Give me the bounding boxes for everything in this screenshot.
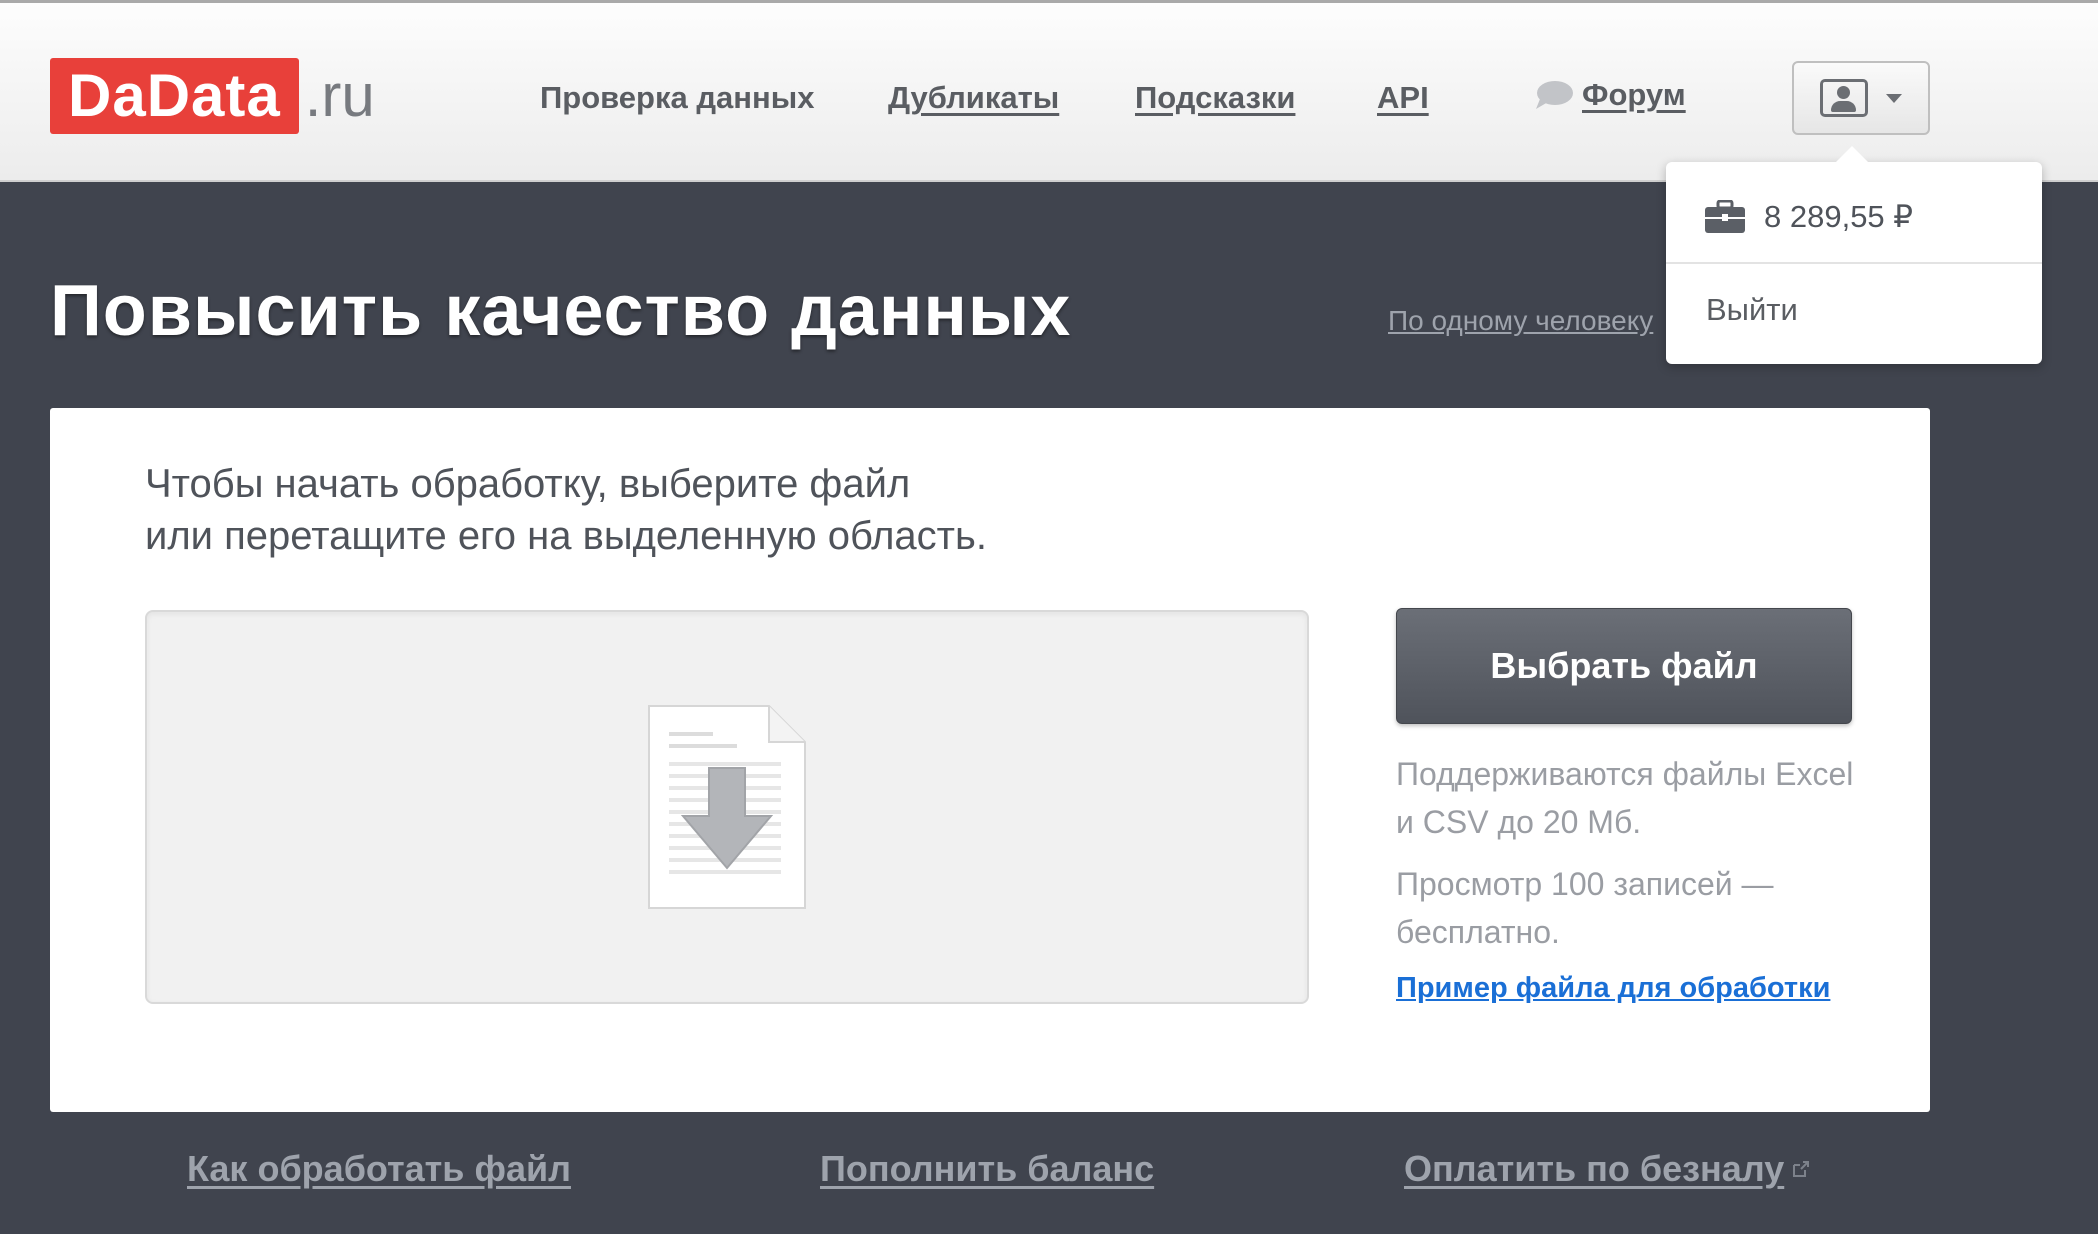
nav-suggestions[interactable]: Подсказки	[1135, 78, 1295, 118]
free-preview-text: Просмотр 100 записей — бесплатно.	[1396, 860, 1876, 956]
logo-tld: .ru	[304, 62, 375, 129]
top-up-balance-link[interactable]: Пополнить баланс	[820, 1148, 1154, 1190]
instructions-line-2: или перетащите его на выделенную область…	[145, 514, 987, 558]
single-person-link[interactable]: По одному человеку	[1388, 305, 1653, 337]
logo[interactable]: DaData .ru	[50, 58, 375, 134]
nav-forum[interactable]: Форум	[1534, 75, 1686, 115]
page-title: Повысить качество данных	[50, 271, 1072, 351]
preview-line-1: Просмотр 100 записей —	[1396, 866, 1774, 902]
speech-bubble-icon	[1536, 81, 1573, 109]
user-menu-button[interactable]	[1792, 61, 1930, 135]
supported-line-1: Поддерживаются файлы Excel	[1396, 756, 1854, 792]
pay-by-invoice-label: Оплатить по безналу	[1404, 1148, 1785, 1189]
how-to-process-link[interactable]: Как обработать файл	[187, 1148, 571, 1190]
nav-duplicates[interactable]: Дубликаты	[888, 78, 1059, 118]
user-card-icon	[1820, 79, 1868, 117]
top-header: DaData .ru Проверка данных Дубликаты Под…	[0, 0, 2098, 182]
file-dropzone[interactable]	[145, 610, 1309, 1004]
sample-file-link[interactable]: Пример файла для обработки	[1396, 972, 1830, 1005]
user-dropdown: 8 289,55 ₽ Выйти	[1666, 146, 2042, 364]
supported-line-2: и CSV до 20 Мб.	[1396, 804, 1642, 840]
briefcase-icon	[1705, 200, 1745, 233]
logo-mark: DaData	[50, 58, 299, 134]
external-link-icon	[1793, 1161, 1810, 1177]
logout-item[interactable]: Выйти	[1706, 292, 1798, 328]
chevron-down-icon	[1886, 93, 1902, 103]
dropdown-divider	[1666, 262, 2042, 264]
nav-api[interactable]: API	[1377, 78, 1429, 118]
pay-by-invoice[interactable]: Оплатить по безналу	[1404, 1148, 1810, 1190]
file-download-icon	[648, 705, 806, 909]
choose-file-button[interactable]: Выбрать файл	[1396, 608, 1852, 724]
balance-item[interactable]: 8 289,55 ₽	[1704, 192, 1913, 242]
nav-forum-label: Форум	[1582, 77, 1686, 112]
instructions-line-1: Чтобы начать обработку, выберите файл	[145, 462, 911, 506]
nav-check-data[interactable]: Проверка данных	[540, 78, 814, 118]
supported-formats-text: Поддерживаются файлы Excel и CSV до 20 М…	[1396, 750, 1876, 846]
balance-amount: 8 289,55 ₽	[1764, 199, 1914, 234]
upload-instructions: Чтобы начать обработку, выберите файл ил…	[145, 458, 987, 562]
upload-card: Чтобы начать обработку, выберите файл ил…	[50, 408, 1930, 1112]
preview-line-2: бесплатно.	[1396, 914, 1560, 950]
